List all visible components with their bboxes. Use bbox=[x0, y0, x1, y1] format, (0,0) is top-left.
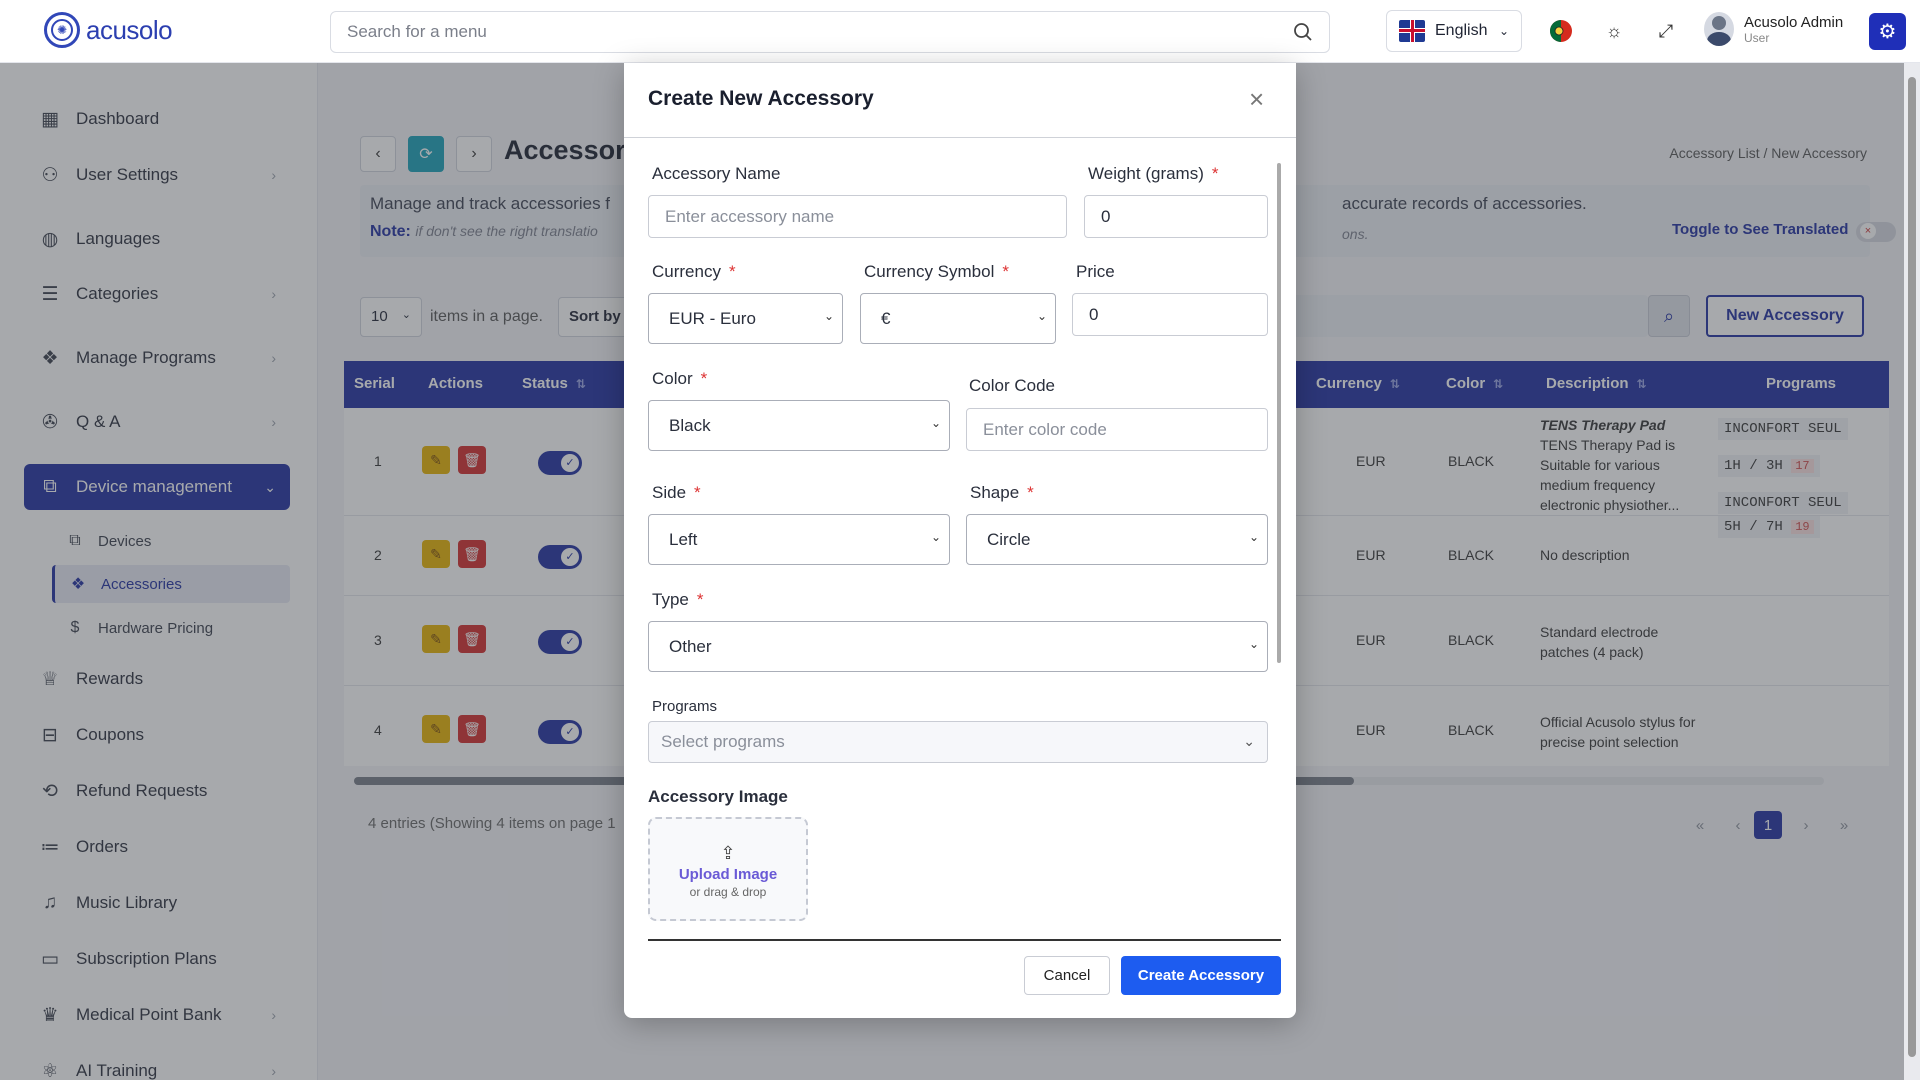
chevron-down-icon: ⌄ bbox=[930, 416, 941, 430]
page-scrollbar[interactable] bbox=[1904, 63, 1920, 1080]
chevron-down-icon: ⌄ bbox=[1243, 733, 1255, 749]
logo-icon: ✺ bbox=[44, 12, 80, 48]
sun-icon[interactable]: ☼ bbox=[1599, 16, 1629, 46]
scrollbar-thumb[interactable] bbox=[1908, 77, 1916, 1057]
language-label: English bbox=[1435, 22, 1488, 39]
accessory-name-input[interactable]: Enter accessory name bbox=[648, 195, 1067, 238]
modal-title: Create New Accessory bbox=[648, 87, 874, 110]
menu-search-input[interactable] bbox=[347, 22, 1293, 42]
programs-label: Programs bbox=[652, 698, 718, 715]
avatar bbox=[1704, 12, 1734, 46]
user-profile[interactable]: Acusolo Admin User bbox=[1704, 12, 1843, 46]
language-selector[interactable]: English ⌄ bbox=[1386, 10, 1522, 52]
search-icon[interactable] bbox=[1293, 22, 1313, 42]
shape-label: Shape * bbox=[970, 483, 1034, 502]
type-label: Type * bbox=[652, 590, 704, 609]
programs-multiselect[interactable]: Select programs ⌄ bbox=[648, 721, 1268, 763]
color-label: Color * bbox=[652, 369, 708, 388]
modal-scrollbar[interactable] bbox=[1277, 163, 1281, 663]
weight-label: Weight (grams) * bbox=[1088, 164, 1219, 183]
currency-select[interactable]: EUR - Euro ⌄ bbox=[648, 293, 843, 344]
shape-select[interactable]: Circle ⌄ bbox=[966, 514, 1268, 565]
create-accessory-modal: Create New Accessory × Accessory Name En… bbox=[624, 63, 1296, 1018]
user-name: Acusolo Admin bbox=[1744, 13, 1844, 31]
user-role: User bbox=[1744, 30, 1770, 45]
top-bar: ✺ acusolo English ⌄ ☼ ⤢ Acusolo Admin Us… bbox=[0, 0, 1920, 63]
accessory-image-label: Accessory Image bbox=[648, 787, 788, 806]
currency-label: Currency * bbox=[652, 262, 736, 281]
chevron-down-icon: ⌄ bbox=[930, 530, 941, 544]
image-upload-dropzone[interactable]: ⇪ Upload Image or drag & drop bbox=[648, 817, 808, 921]
divider bbox=[624, 137, 1296, 138]
color-code-input[interactable]: Enter color code bbox=[966, 408, 1268, 451]
color-select[interactable]: Black ⌄ bbox=[648, 400, 950, 451]
settings-gear-button[interactable]: ⚙ bbox=[1869, 13, 1906, 50]
side-label: Side * bbox=[652, 483, 701, 502]
side-select[interactable]: Left ⌄ bbox=[648, 514, 950, 565]
currency-symbol-label: Currency Symbol * bbox=[864, 262, 1009, 281]
uk-flag-icon bbox=[1399, 20, 1425, 42]
chevron-down-icon: ⌄ bbox=[1498, 24, 1509, 38]
type-select[interactable]: Other ⌄ bbox=[648, 621, 1268, 672]
gear-icon: ⚙ bbox=[1878, 21, 1897, 43]
fullscreen-icon[interactable]: ⤢ bbox=[1651, 16, 1681, 46]
chevron-down-icon: ⌄ bbox=[823, 309, 834, 323]
chevron-down-icon: ⌄ bbox=[1248, 530, 1259, 544]
upload-hint: or drag & drop bbox=[689, 885, 767, 899]
currency-symbol-select[interactable]: € ⌄ bbox=[860, 293, 1056, 344]
price-input[interactable]: 0 bbox=[1072, 293, 1268, 336]
weight-input[interactable]: 0 bbox=[1084, 195, 1268, 238]
upload-icon: ⇪ bbox=[720, 843, 736, 863]
close-icon[interactable]: × bbox=[1249, 86, 1264, 112]
chevron-down-icon: ⌄ bbox=[1036, 309, 1047, 323]
divider bbox=[648, 939, 1281, 941]
accessory-name-label: Accessory Name bbox=[652, 164, 781, 183]
color-code-label: Color Code bbox=[969, 376, 1055, 395]
portugal-flag-icon[interactable] bbox=[1546, 16, 1576, 46]
chevron-down-icon: ⌄ bbox=[1248, 637, 1259, 651]
menu-search[interactable] bbox=[330, 11, 1330, 53]
logo[interactable]: ✺ acusolo bbox=[44, 12, 173, 48]
cancel-button[interactable]: Cancel bbox=[1024, 956, 1110, 995]
create-accessory-button[interactable]: Create Accessory bbox=[1121, 956, 1281, 995]
upload-image-label: Upload Image bbox=[678, 866, 778, 883]
logo-text: acusolo bbox=[86, 14, 173, 45]
price-label: Price bbox=[1076, 262, 1115, 281]
